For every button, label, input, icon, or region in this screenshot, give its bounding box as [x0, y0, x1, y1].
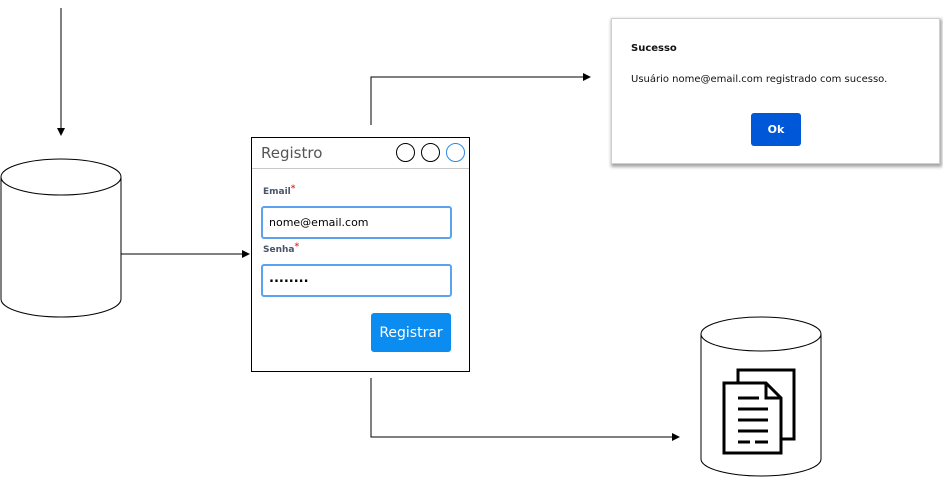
dialog-title: Sucesso	[631, 43, 677, 54]
window-title: Registro	[261, 144, 323, 162]
required-mark: *	[294, 242, 300, 252]
form-to-storage-arrow	[370, 378, 680, 441]
email-label: Email*	[263, 184, 296, 197]
maximize-button[interactable]	[421, 143, 440, 162]
minimize-button[interactable]	[396, 143, 415, 162]
email-field[interactable]: nome@email.com	[261, 206, 452, 239]
required-mark: *	[290, 184, 296, 194]
ok-button[interactable]: Ok	[751, 113, 801, 146]
source-database-icon	[0, 158, 122, 318]
registration-window: Registro Email* nome@email.com Senha* ..…	[251, 137, 470, 372]
password-value: ........	[269, 271, 309, 286]
success-dialog: Sucesso Usuário nome@email.com registrad…	[611, 18, 940, 164]
close-button[interactable]	[446, 143, 465, 162]
register-button[interactable]: Registrar	[371, 313, 451, 352]
email-value: nome@email.com	[269, 216, 369, 229]
dialog-message: Usuário nome@email.com registrado com su…	[631, 74, 888, 85]
window-titlebar: Registro	[252, 138, 469, 169]
password-label: Senha*	[263, 242, 300, 255]
password-field[interactable]: ........	[261, 264, 452, 297]
form-to-dialog-arrow	[370, 73, 591, 125]
